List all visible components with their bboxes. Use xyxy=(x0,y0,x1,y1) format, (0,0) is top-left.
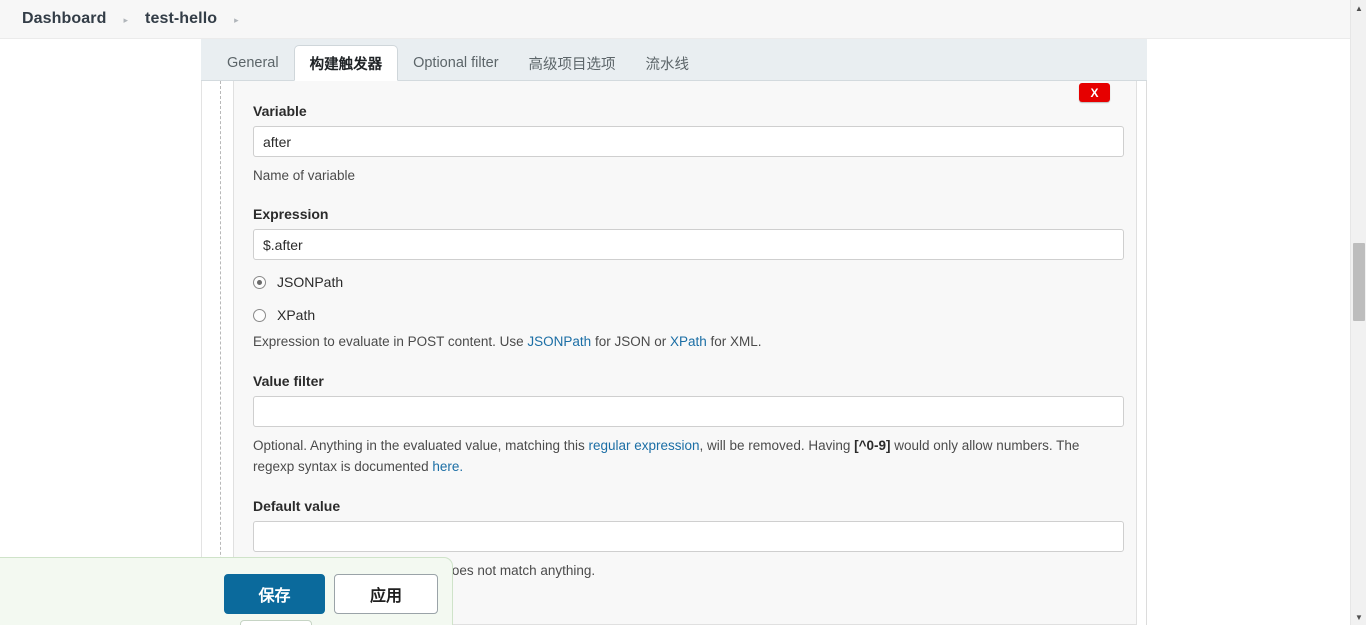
radio-option-jsonpath[interactable]: JSONPath xyxy=(253,274,1117,290)
here-link[interactable]: here. xyxy=(432,459,463,474)
expression-help-text: Expression to evaluate in POST content. … xyxy=(253,331,1117,352)
value-filter-regex-example: [^0-9] xyxy=(854,438,891,453)
tab-build-triggers[interactable]: 构建触发器 xyxy=(293,45,399,81)
tab-optional-filter[interactable]: Optional filter xyxy=(398,46,513,80)
radio-jsonpath-mark[interactable] xyxy=(253,275,266,289)
sticky-save-bar: 保存 应用 xyxy=(0,557,453,625)
value-filter-help-a: Optional. Anything in the evaluated valu… xyxy=(253,438,589,453)
radio-xpath-label: XPath xyxy=(277,307,316,323)
vertical-scrollbar[interactable]: ▲ ▼ xyxy=(1350,0,1366,625)
breadcrumb-item-test-hello[interactable]: test-hello xyxy=(145,10,217,28)
expression-label: Expression xyxy=(253,206,329,222)
default-value-label: Default value xyxy=(253,498,341,514)
expression-help-suffix: for XML. xyxy=(706,334,762,349)
value-filter-label: Value filter xyxy=(253,373,324,389)
variable-label: Variable xyxy=(253,103,307,119)
breadcrumb-item-dashboard[interactable]: Dashboard xyxy=(22,10,106,28)
config-form-area: X Variable Name of variable Expression J… xyxy=(201,81,1147,625)
parameter-fields: Variable Name of variable Expression JSO… xyxy=(234,103,1136,581)
radio-option-xpath[interactable]: XPath xyxy=(253,307,1117,323)
variable-input[interactable] xyxy=(253,126,1124,157)
regular-expression-link[interactable]: regular expression xyxy=(588,438,699,453)
hidden-secondary-button[interactable] xyxy=(240,620,312,625)
expression-help-prefix: Expression to evaluate in POST content. … xyxy=(253,334,528,349)
save-button[interactable]: 保存 xyxy=(224,574,325,614)
radio-xpath-mark[interactable] xyxy=(253,308,266,322)
apply-button[interactable]: 应用 xyxy=(334,574,438,614)
breadcrumb: Dashboard ▸ test-hello ▸ xyxy=(0,0,1350,39)
value-filter-help-b: , will be removed. Having xyxy=(699,438,855,453)
form-indent-guide xyxy=(220,81,221,625)
delete-parameter-button[interactable]: X xyxy=(1079,83,1110,102)
tab-advanced-options[interactable]: 高级项目选项 xyxy=(514,46,631,80)
radio-jsonpath-label: JSONPath xyxy=(277,274,344,290)
tab-bar: General 构建触发器 Optional filter 高级项目选项 流水线 xyxy=(201,39,1147,81)
expression-input[interactable] xyxy=(253,229,1124,260)
breadcrumb-separator-icon-2: ▸ xyxy=(234,14,239,25)
jsonpath-link[interactable]: JSONPath xyxy=(527,334,591,349)
scroll-down-arrow-icon[interactable]: ▼ xyxy=(1351,609,1366,625)
xpath-link[interactable]: XPath xyxy=(670,334,707,349)
tab-pipeline[interactable]: 流水线 xyxy=(631,46,705,80)
breadcrumb-separator-icon: ▸ xyxy=(123,14,129,25)
value-filter-help-text: Optional. Anything in the evaluated valu… xyxy=(253,435,1117,477)
expression-help-mid: for JSON or xyxy=(591,334,670,349)
scrollbar-thumb[interactable] xyxy=(1353,243,1365,321)
page-root: Dashboard ▸ test-hello ▸ General 构建触发器 O… xyxy=(0,0,1366,625)
tab-general[interactable]: General xyxy=(212,46,294,80)
value-filter-input[interactable] xyxy=(253,396,1124,427)
post-content-parameter-panel: X Variable Name of variable Expression J… xyxy=(233,81,1137,625)
variable-help-text: Name of variable xyxy=(253,168,356,183)
scroll-up-arrow-icon[interactable]: ▲ xyxy=(1351,0,1366,16)
default-value-input[interactable] xyxy=(253,521,1124,552)
